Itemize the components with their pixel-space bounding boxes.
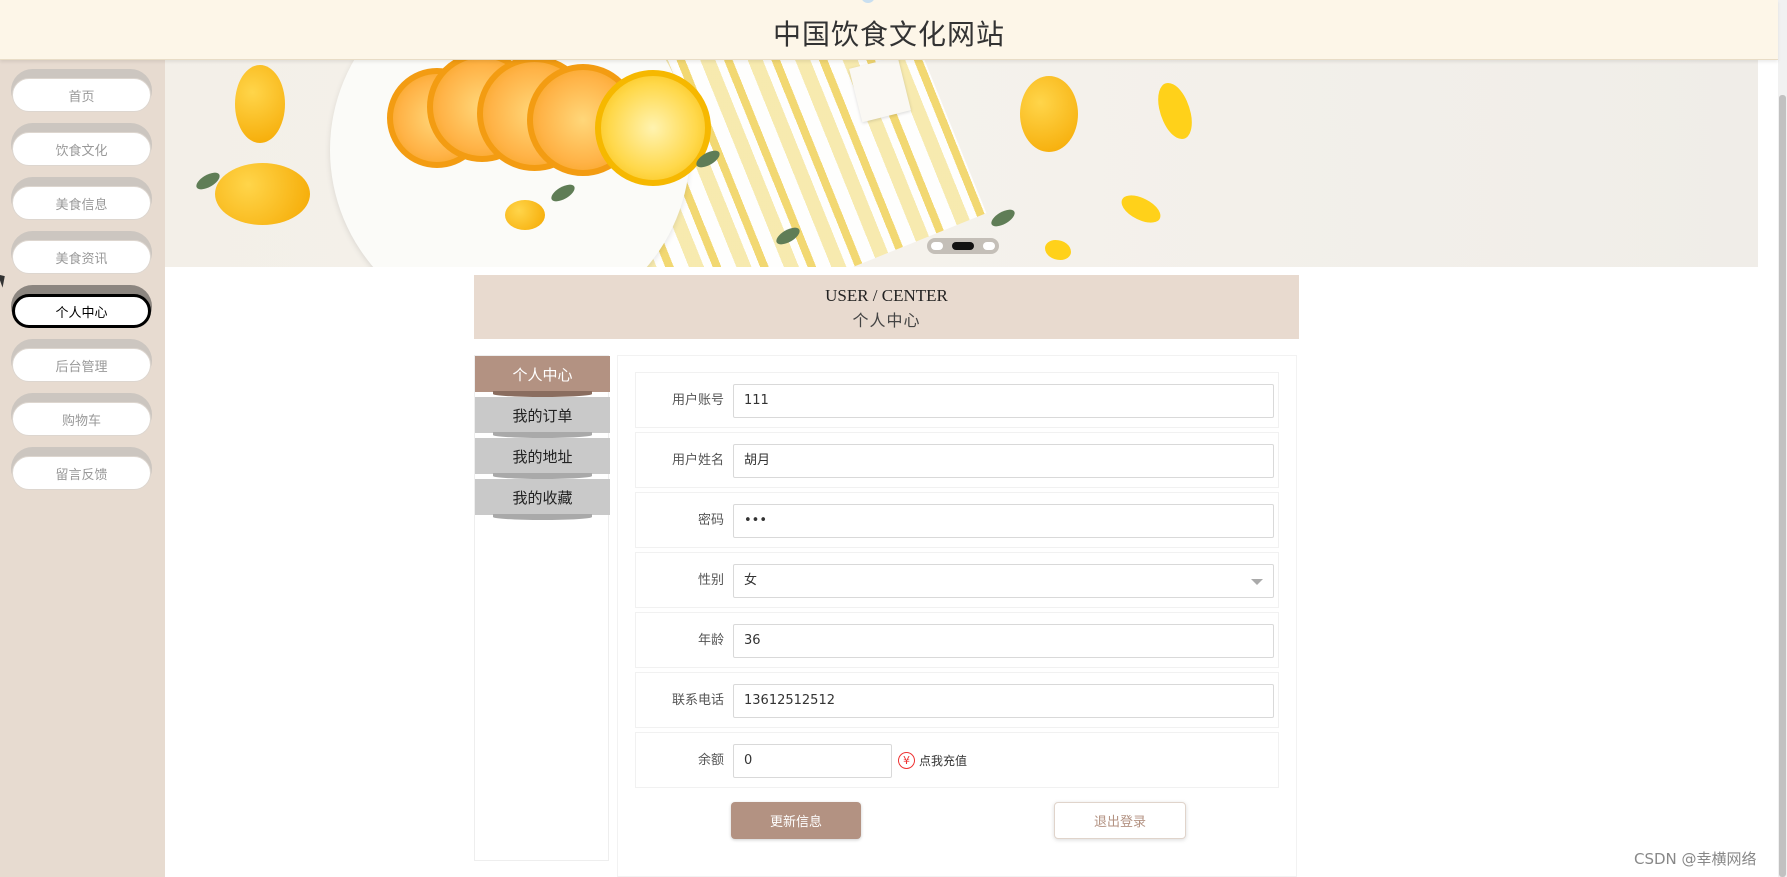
password-field[interactable]: ••• [733, 504, 1274, 538]
phone-field[interactable]: 13612512512 [733, 684, 1274, 718]
form-row-password: 密码 ••• [635, 492, 1279, 548]
sidebar-item-label: 留言反馈 [12, 456, 151, 490]
account-label: 用户账号 [671, 393, 724, 408]
recharge-link[interactable]: ¥ 点我充值 [898, 752, 967, 769]
sidebar-item-label: 后台管理 [12, 348, 151, 382]
sidebar-item-home[interactable]: 首页 [11, 69, 152, 112]
sidebar-item-food-news[interactable]: 美食资讯 [11, 231, 152, 274]
sidebar-item-label: 个人中心 [12, 294, 151, 328]
sidebar-item-food-culture[interactable]: 饮食文化 [11, 123, 152, 166]
sidebar-item-label: 饮食文化 [12, 132, 151, 166]
decorative-dot [861, 0, 875, 3]
sidebar-item-admin[interactable]: 后台管理 [11, 339, 152, 382]
form-row-name: 用户姓名 胡月 [635, 432, 1279, 488]
chevron-down-icon [1251, 579, 1263, 585]
lemon-slice-icon [595, 70, 711, 186]
logout-button[interactable]: 退出登录 [1054, 802, 1186, 839]
profile-form: 用户账号 111 用户姓名 胡月 密码 ••• 性别 女 年龄 36 联系电话 … [617, 355, 1297, 877]
sidebar-item-label: 美食信息 [12, 186, 151, 220]
watermark: CSDN @幸横网络 [1634, 850, 1757, 868]
age-field[interactable]: 36 [733, 624, 1274, 658]
password-label: 密码 [697, 513, 724, 528]
recharge-label: 点我充值 [919, 754, 968, 768]
form-row-gender: 性别 女 [635, 552, 1279, 608]
balance-label: 余额 [697, 753, 724, 768]
scrollbar-thumb[interactable] [1779, 95, 1786, 877]
petal-icon [1117, 191, 1165, 227]
petal-icon [1045, 240, 1071, 260]
site-title: 中国饮食文化网站 [772, 18, 1005, 51]
sidebar-item-label: 首页 [12, 78, 151, 112]
sidebar-item-cart[interactable]: 购物车 [11, 393, 152, 436]
tab-user-center[interactable]: 个人中心 [475, 356, 610, 397]
yen-icon: ¥ [898, 752, 915, 769]
sidebar-item-user-center[interactable]: 个人中心 [11, 285, 152, 328]
petal-icon [1154, 79, 1196, 143]
name-field[interactable]: 胡月 [733, 444, 1274, 478]
form-row-account: 用户账号 111 [635, 372, 1279, 428]
section-title-en: USER / CENTER [825, 286, 948, 305]
tab-my-orders[interactable]: 我的订单 [475, 397, 610, 438]
phone-label: 联系电话 [671, 693, 724, 708]
name-label: 用户姓名 [671, 453, 724, 468]
form-row-balance: 余额 0 ¥ 点我充值 [635, 732, 1279, 788]
section-title-cn: 个人中心 [852, 313, 921, 330]
carousel-dot[interactable] [983, 242, 995, 250]
carousel-dot[interactable] [931, 242, 943, 250]
leaf-icon [988, 206, 1018, 230]
update-info-button[interactable]: 更新信息 [731, 802, 861, 839]
form-row-age: 年龄 36 [635, 612, 1279, 668]
gender-label: 性别 [697, 573, 724, 588]
page-scrollbar[interactable] [1778, 0, 1787, 877]
carousel-dot-active[interactable] [952, 242, 974, 250]
gender-select[interactable]: 女 [733, 564, 1274, 598]
tomato-icon [505, 200, 545, 230]
sidebar-item-food-info[interactable]: 美食信息 [11, 177, 152, 220]
balance-field[interactable]: 0 [733, 744, 892, 778]
form-row-phone: 联系电话 13612512512 [635, 672, 1279, 728]
tomato-icon [215, 163, 310, 225]
sidebar-item-label: 购物车 [12, 402, 151, 436]
account-field[interactable]: 111 [733, 384, 1274, 418]
sidebar-item-label: 美食资讯 [12, 240, 151, 274]
tab-my-address[interactable]: 我的地址 [475, 438, 610, 479]
tomato-icon [1020, 76, 1078, 152]
sidebar-nav: 首页 饮食文化 美食信息 美食资讯 个人中心 后台管理 购物车 留言反馈 [0, 60, 165, 877]
site-header: 中国饮食文化网站 [0, 0, 1778, 60]
tomato-icon [235, 65, 285, 143]
tab-my-favorites[interactable]: 我的收藏 [475, 479, 610, 520]
section-title-box: USER / CENTER 个人中心 [474, 275, 1299, 339]
hero-banner [165, 60, 1758, 267]
user-center-nav: 个人中心 我的订单 我的地址 我的收藏 [474, 355, 610, 861]
gender-value: 女 [744, 573, 758, 588]
sidebar-item-feedback[interactable]: 留言反馈 [11, 447, 152, 490]
carousel-indicator [927, 238, 999, 254]
age-label: 年龄 [697, 633, 724, 648]
